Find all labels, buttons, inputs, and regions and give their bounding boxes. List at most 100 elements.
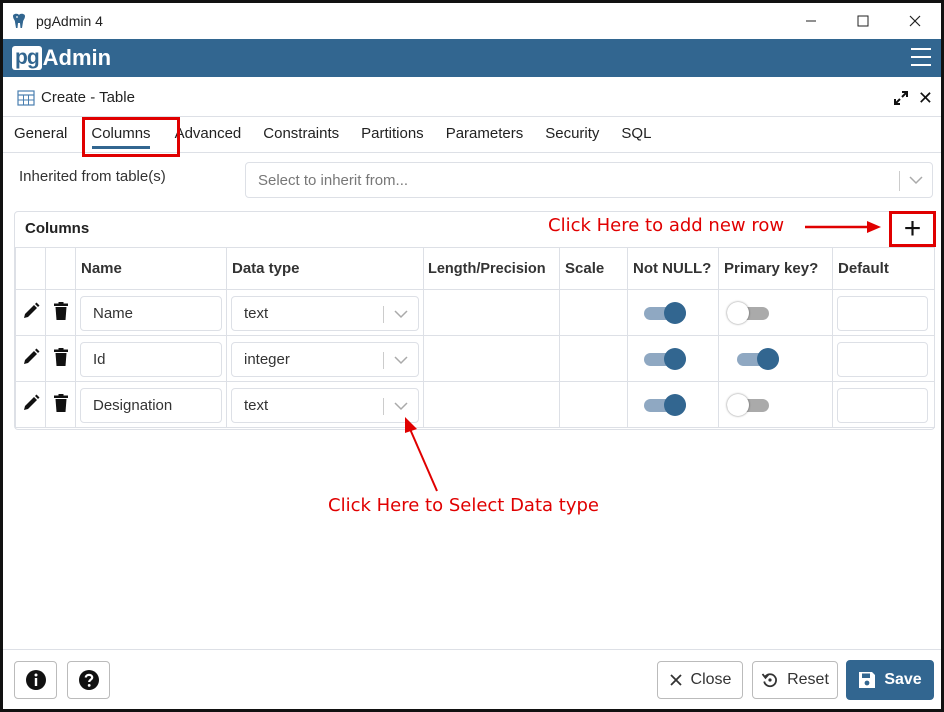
column-name-input[interactable]: Name	[80, 296, 222, 331]
close-icon	[909, 15, 921, 27]
column-name-input[interactable]: Designation	[80, 388, 222, 423]
pencil-icon	[23, 302, 39, 318]
reset-button[interactable]: Reset	[752, 661, 838, 699]
close-button[interactable]: Close	[657, 661, 743, 699]
table-icon	[17, 89, 35, 106]
annotation-data-type: Click Here to Select Data type	[328, 495, 599, 516]
table-row: Name text	[15, 289, 935, 336]
default-cell	[832, 335, 935, 382]
tab-sql[interactable]: SQL	[610, 117, 662, 153]
close-icon	[669, 674, 682, 686]
grid-header-row: Name Data type Length/Precision Scale No…	[15, 247, 935, 290]
edit-row-button[interactable]	[15, 381, 46, 428]
select-separator	[899, 171, 900, 191]
tab-bar: General Columns Advanced Constraints Par…	[3, 117, 941, 153]
edit-row-button[interactable]	[15, 335, 46, 382]
save-button-label: Save	[884, 671, 922, 688]
not-null-cell	[627, 289, 719, 336]
window-title: pgAdmin 4	[36, 13, 103, 29]
not-null-toggle[interactable]	[644, 302, 686, 324]
tab-parameters[interactable]: Parameters	[435, 117, 535, 153]
maximize-icon	[857, 15, 869, 27]
delete-row-button[interactable]	[45, 289, 76, 336]
window-close-button[interactable]	[889, 3, 941, 39]
default-input[interactable]	[837, 388, 928, 423]
help-button[interactable]	[67, 661, 110, 699]
pencil-icon	[23, 394, 39, 410]
inherit-placeholder: Select to inherit from...	[258, 172, 409, 189]
data-type-cell: text	[226, 289, 424, 336]
select-separator	[383, 398, 384, 415]
tab-advanced[interactable]: Advanced	[164, 117, 253, 153]
maximize-button[interactable]	[837, 3, 889, 39]
header-edit	[15, 247, 46, 290]
tab-security[interactable]: Security	[534, 117, 610, 153]
data-type-value: integer	[244, 351, 290, 368]
scale-cell[interactable]	[559, 289, 628, 336]
header-delete	[45, 247, 76, 290]
tab-general[interactable]: General	[3, 117, 78, 153]
select-separator	[383, 306, 384, 323]
header-name: Name	[75, 247, 227, 290]
columns-grid: Name Data type Length/Precision Scale No…	[15, 247, 935, 428]
name-cell: Name	[75, 289, 227, 336]
window-titlebar: pgAdmin 4	[3, 3, 941, 39]
data-type-select[interactable]: text	[231, 296, 419, 331]
primary-key-toggle[interactable]	[727, 394, 769, 416]
dialog-footer: Close Reset Save	[3, 649, 941, 709]
header-length-precision: Length/Precision	[423, 247, 560, 290]
primary-key-toggle[interactable]	[737, 348, 779, 370]
delete-row-button[interactable]	[45, 335, 76, 382]
data-type-cell: integer	[226, 335, 424, 382]
plus-icon: +	[903, 212, 922, 245]
data-type-value: text	[244, 305, 269, 322]
scale-cell[interactable]	[559, 381, 628, 428]
data-type-value: text	[244, 397, 269, 414]
dialog-close-icon[interactable]: ✕	[918, 88, 933, 109]
scale-cell[interactable]	[559, 335, 628, 382]
table-row: Id integer	[15, 335, 935, 382]
primary-key-cell	[718, 335, 833, 382]
reset-icon	[761, 673, 778, 688]
add-row-button[interactable]: +	[889, 211, 936, 247]
select-separator	[383, 352, 384, 369]
brand-bar: pg Admin	[3, 39, 941, 77]
data-type-select[interactable]: integer	[231, 342, 419, 377]
name-cell: Id	[75, 335, 227, 382]
default-input[interactable]	[837, 342, 928, 377]
info-button[interactable]	[14, 661, 57, 699]
expand-icon[interactable]	[893, 90, 909, 106]
chevron-down-icon	[909, 176, 923, 185]
default-cell	[832, 289, 935, 336]
not-null-toggle[interactable]	[644, 348, 686, 370]
columns-panel: Columns + Name Data type Length/Precisio…	[14, 211, 936, 430]
question-icon	[78, 670, 99, 690]
default-input[interactable]	[837, 296, 928, 331]
dialog-header: Create - Table ✕	[3, 79, 941, 117]
trash-icon	[53, 301, 68, 320]
header-primary-key: Primary key?	[718, 247, 833, 290]
tab-constraints[interactable]: Constraints	[252, 117, 350, 153]
primary-key-cell	[718, 289, 833, 336]
not-null-toggle[interactable]	[644, 394, 686, 416]
logo-admin: Admin	[42, 45, 112, 70]
minimize-button[interactable]	[785, 3, 837, 39]
table-row: Designation text	[15, 381, 935, 428]
delete-row-button[interactable]	[45, 381, 76, 428]
column-name-input[interactable]: Id	[80, 342, 222, 377]
edit-row-button[interactable]	[15, 289, 46, 336]
tab-columns[interactable]: Columns	[80, 117, 161, 153]
save-button[interactable]: Save	[846, 660, 934, 700]
header-not-null: Not NULL?	[627, 247, 719, 290]
length-precision-cell[interactable]	[423, 335, 560, 382]
data-type-select[interactable]: text	[231, 388, 419, 423]
primary-key-toggle[interactable]	[727, 302, 769, 324]
header-data-type: Data type	[226, 247, 424, 290]
inherit-select[interactable]: Select to inherit from...	[245, 162, 933, 198]
default-cell	[832, 381, 935, 428]
tab-partitions[interactable]: Partitions	[350, 117, 435, 153]
name-cell: Designation	[75, 381, 227, 428]
length-precision-cell[interactable]	[423, 289, 560, 336]
hamburger-menu-icon[interactable]	[911, 48, 931, 66]
reset-button-label: Reset	[787, 671, 829, 688]
